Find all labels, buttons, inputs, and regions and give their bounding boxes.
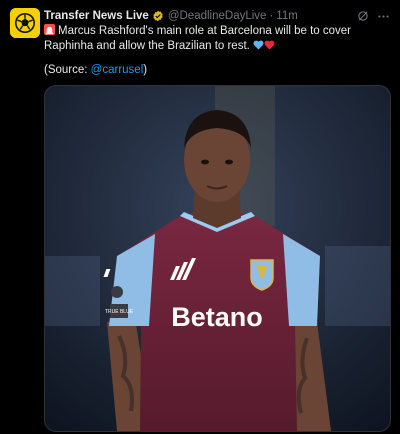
player-photo: Betano TRUE BLUE (45, 86, 390, 431)
sponsor-text: Betano (171, 302, 263, 332)
blue-heart-emoji (253, 40, 264, 50)
grok-icon[interactable] (357, 10, 369, 22)
timestamp[interactable]: 11m (276, 10, 298, 22)
more-icon[interactable] (377, 10, 390, 23)
tweet-image[interactable]: Betano TRUE BLUE (44, 85, 391, 432)
soccer-ball-logo (10, 8, 40, 38)
source-line: (Source: @carrusel) (44, 64, 147, 76)
red-heart-emoji (264, 40, 275, 50)
handle[interactable]: @DeadlineDayLive (168, 10, 267, 22)
verified-badge-icon (152, 10, 164, 22)
source-suffix: ) (143, 64, 148, 76)
tweet[interactable]: Transfer News Live @DeadlineDayLive · 11… (0, 0, 400, 434)
source-prefix: (Source: (44, 64, 91, 76)
separator-dot: · (269, 10, 274, 22)
avatar[interactable] (10, 8, 40, 38)
tweet-header: Transfer News Live @DeadlineDayLive · 11… (44, 8, 390, 24)
siren-emoji (44, 24, 55, 35)
tweet-body: Marcus Rashford's main role at Barcelona… (44, 25, 352, 52)
sleeve-badge-text: TRUE BLUE (105, 309, 134, 315)
display-name[interactable]: Transfer News Live (44, 10, 149, 22)
tweet-text: Marcus Rashford's main role at Barcelona… (44, 24, 390, 54)
source-mention-link[interactable]: @carrusel (91, 64, 144, 76)
